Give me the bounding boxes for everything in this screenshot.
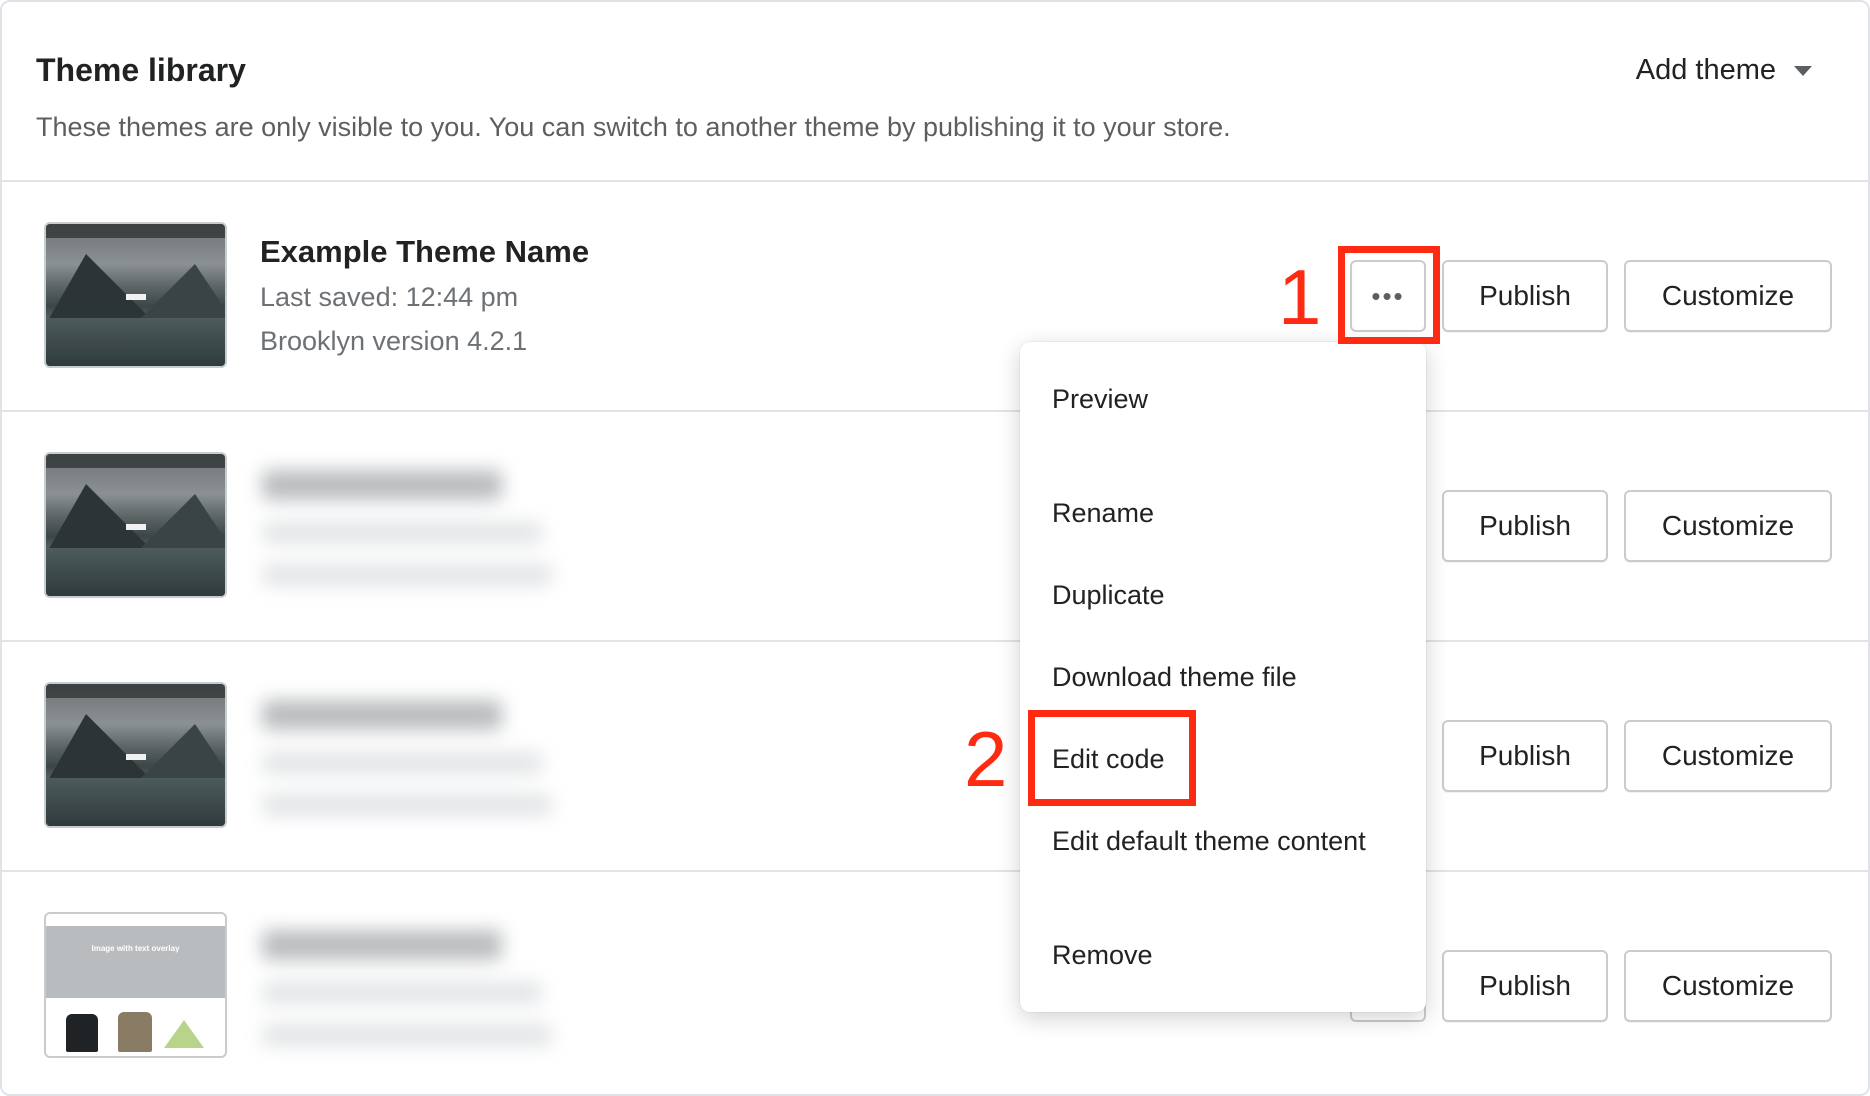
blurred-theme-info: [252, 682, 552, 832]
menu-item-duplicate[interactable]: Duplicate: [1052, 580, 1165, 611]
theme-thumbnail: Image with text overlay: [44, 912, 227, 1058]
customize-button[interactable]: Customize: [1624, 720, 1832, 792]
menu-item-edit-code[interactable]: Edit code: [1052, 744, 1165, 775]
step-1-label: 1: [1278, 253, 1322, 341]
publish-button[interactable]: Publish: [1442, 950, 1608, 1022]
theme-last-saved: Last saved: 12:44 pm: [260, 282, 519, 312]
menu-item-edit-default-theme-content[interactable]: Edit default theme content: [1052, 826, 1366, 857]
thumbnail-text: Image with text overlay: [91, 944, 180, 953]
menu-item-remove[interactable]: Remove: [1052, 940, 1153, 971]
page-title: Theme library: [36, 52, 246, 88]
theme-row: Image with text overlay Publish Customiz…: [2, 872, 1868, 1094]
customize-button[interactable]: Customize: [1624, 950, 1832, 1022]
page-subtitle: These themes are only visible to you. Yo…: [36, 112, 1231, 142]
theme-row: Publish Customize: [2, 642, 1868, 872]
theme-library-header: Theme library These themes are only visi…: [2, 2, 1868, 182]
theme-thumbnail: [44, 222, 227, 368]
menu-item-rename[interactable]: Rename: [1052, 498, 1154, 529]
menu-item-download-theme-file[interactable]: Download theme file: [1052, 662, 1297, 693]
publish-button[interactable]: Publish: [1442, 720, 1608, 792]
publish-button[interactable]: Publish: [1442, 260, 1608, 332]
menu-item-preview[interactable]: Preview: [1052, 384, 1148, 415]
blurred-theme-info: [252, 452, 552, 602]
customize-button[interactable]: Customize: [1624, 490, 1832, 562]
theme-version: Brooklyn version 4.2.1: [260, 326, 528, 356]
theme-row: Publish Customize: [2, 412, 1868, 642]
theme-library-card: Theme library These themes are only visi…: [0, 0, 1870, 1096]
theme-thumbnail: [44, 452, 227, 598]
add-theme-dropdown[interactable]: Add theme: [1636, 54, 1812, 87]
more-actions-button[interactable]: •••: [1350, 260, 1426, 332]
theme-actions-menu: Preview Rename Duplicate Download theme …: [1020, 342, 1426, 1012]
theme-thumbnail: [44, 682, 227, 828]
step-2-label: 2: [964, 715, 1008, 803]
theme-row: Example Theme Name Last saved: 12:44 pm …: [2, 182, 1868, 412]
blurred-theme-info: [252, 912, 552, 1062]
add-theme-label: Add theme: [1635, 54, 1776, 86]
customize-button[interactable]: Customize: [1624, 260, 1832, 332]
publish-button[interactable]: Publish: [1442, 490, 1608, 562]
theme-name: Example Theme Name: [260, 234, 590, 269]
caret-down-icon: [1794, 65, 1812, 76]
